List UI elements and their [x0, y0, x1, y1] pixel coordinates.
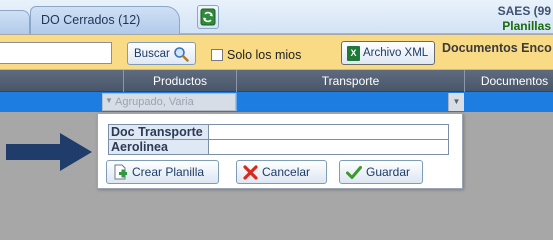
right-arrow-icon [6, 133, 92, 171]
transporte-cell[interactable] [236, 93, 464, 111]
refresh-button[interactable] [197, 5, 219, 29]
save-button[interactable]: Guardar [339, 160, 423, 184]
search-button-label: Buscar [134, 47, 170, 60]
grid-header: Productos Transporte Documentos [0, 70, 553, 92]
aerolinea-field[interactable] [208, 139, 449, 155]
productos-combo-value: Agrupado, Varia [115, 96, 194, 108]
doc-transporte-field[interactable] [208, 124, 449, 140]
toolbar: Buscar Solo los mios X Archivo XML Docum… [0, 35, 553, 70]
transporte-dropdown-arrow[interactable]: ▼ [448, 93, 464, 111]
aerolinea-label: Aerolinea [108, 139, 209, 155]
excel-icon: X [347, 45, 360, 61]
cancel-button[interactable]: Cancelar [236, 160, 327, 184]
tab-label: DO Cerrados (12) [41, 13, 141, 27]
save-label: Guardar [366, 165, 411, 179]
company-header: SAES (99 Planillas [498, 4, 551, 34]
module-name: Planillas [502, 19, 551, 33]
chevron-down-icon: ▼ [105, 96, 113, 105]
company-name: SAES (99 [497, 4, 551, 18]
red-x-icon [243, 164, 258, 180]
search-input[interactable] [0, 42, 112, 64]
xml-file-button[interactable]: X Archivo XML [341, 41, 435, 65]
column-header-productos[interactable]: Productos [123, 70, 236, 92]
form-row-doc-transporte: Doc Transporte [108, 124, 449, 140]
tab-do-cerrados[interactable]: DO Cerrados (12) [30, 6, 180, 34]
form-row-aerolinea: Aerolinea [108, 139, 449, 155]
only-mine-label: Solo los mios [227, 48, 302, 62]
only-mine-toggle[interactable]: Solo los mios [211, 48, 301, 62]
create-planilla-label: Crear Planilla [132, 165, 205, 179]
column-header-documentos[interactable]: Documentos [464, 70, 553, 92]
documents-heading: Documentos Enco [442, 41, 552, 55]
transport-form: Doc Transporte Aerolinea [108, 124, 449, 155]
productos-combo[interactable]: Agrupado, Varia [102, 93, 236, 111]
xml-button-label: Archivo XML [363, 47, 429, 59]
add-document-icon [114, 164, 127, 180]
tab-previous[interactable] [0, 10, 30, 34]
cancel-label: Cancelar [262, 165, 311, 179]
only-mine-checkbox[interactable] [211, 49, 223, 61]
magnifier-icon [173, 46, 189, 62]
create-planilla-button[interactable]: Crear Planilla [106, 160, 219, 184]
tab-bar: DO Cerrados (12) SAES (99 Planillas [0, 0, 553, 34]
planilla-popup: Doc Transporte Aerolinea Crear Planilla … [97, 113, 463, 189]
doc-transporte-label: Doc Transporte [108, 124, 209, 140]
checkmark-icon [346, 165, 362, 179]
column-header-first[interactable] [0, 70, 123, 92]
search-button[interactable]: Buscar [127, 42, 196, 65]
refresh-icon [200, 8, 216, 26]
column-header-transporte[interactable]: Transporte [236, 70, 464, 92]
